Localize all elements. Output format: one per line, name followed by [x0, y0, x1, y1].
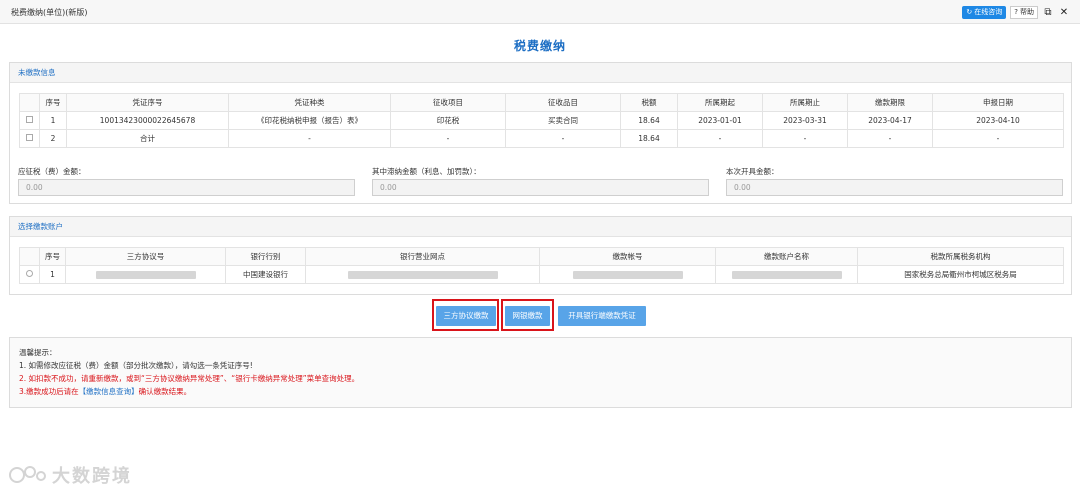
online-consult-button[interactable]: ↻ 在线咨询 [962, 5, 1007, 19]
question-icon: ? [1014, 8, 1018, 16]
page-title: 税费缴纳 [513, 39, 566, 53]
column-header: 三方协议号 [65, 247, 226, 266]
table-row[interactable]: 1 中国建设银行 国家税务总局衢州市柯城区税务局 [19, 265, 1064, 284]
restore-window-icon[interactable]: ⧉ [1042, 6, 1054, 18]
row-checkbox[interactable] [26, 116, 33, 123]
period-end: - [762, 129, 848, 148]
column-header: 税额 [620, 93, 678, 112]
account-name [715, 265, 858, 284]
column-header: 银行营业网点 [305, 247, 540, 266]
notice-line-2: 2. 如扣款不成功，请重新缴款，或到“三方协议缴纳异常处理”、“银行卡缴纳异常处… [19, 374, 360, 383]
select-column-header [19, 247, 40, 266]
redacted-value [347, 271, 498, 279]
invoice-amount-label: 本次开具金额： [726, 167, 779, 176]
column-header: 税款所属税务机构 [857, 247, 1064, 266]
levy-item: - [390, 129, 506, 148]
watermark: 大数跨境 [8, 462, 132, 488]
tax-amount: 18.64 [620, 111, 678, 130]
column-header: 缴款账户名称 [715, 247, 858, 266]
column-header: 征收品目 [505, 93, 621, 112]
notice-title: 温馨提示： [19, 348, 57, 357]
period-start: 2023-01-01 [677, 111, 763, 130]
levy-item: 印花税 [390, 111, 506, 130]
help-label: 帮助 [1020, 8, 1034, 16]
column-header: 缴款帐号 [539, 247, 716, 266]
payment-deadline: 2023-04-17 [847, 111, 933, 130]
account-section-title: 选择缴款账户 [10, 217, 1071, 237]
column-header: 凭证种类 [228, 93, 391, 112]
levy-sub-item: 买卖合同 [505, 111, 621, 130]
tax-office: 国家税务总局衢州市柯城区税务局 [857, 265, 1064, 284]
period-start: - [677, 129, 763, 148]
account-panel: 选择缴款账户 序号 三方协议号 银行行别 银行营业网点 缴款帐号 缴款账户名称 … [9, 216, 1072, 295]
table-row[interactable]: 1 10013423000022645678 《印花税纳税申报（报告）表》 印花… [19, 111, 1064, 130]
due-amount-label: 应征税（费）金额： [18, 167, 86, 176]
payment-query-link[interactable]: 【缴款信息查询】 [79, 387, 139, 396]
unpaid-info-panel: 未缴款信息 序号 凭证序号 凭证种类 征收项目 征收品目 税额 所属期起 所属期… [9, 62, 1072, 204]
column-header: 征收项目 [390, 93, 506, 112]
bank-name: 中国建设银行 [225, 265, 306, 284]
column-header: 缴款期限 [847, 93, 933, 112]
column-header: 所属期起 [677, 93, 763, 112]
declare-date: 2023-04-10 [932, 111, 1064, 130]
column-header: 申报日期 [932, 93, 1064, 112]
row-seq: 1 [39, 265, 66, 284]
close-icon[interactable]: ✕ [1058, 6, 1070, 18]
online-bank-pay-button[interactable]: 网银缴款 [505, 306, 550, 326]
unpaid-table: 序号 凭证序号 凭证种类 征收项目 征收品目 税额 所属期起 所属期止 缴款期限… [19, 93, 1064, 148]
watermark-logo-icon [9, 466, 46, 483]
voucher-type: 《印花税纳税申报（报告）表》 [228, 111, 391, 130]
declare-date: - [932, 129, 1064, 148]
window-title: 税费缴纳(单位)(新版) [11, 8, 88, 17]
notice-line-1: 1. 如需修改应征税（费）金额（部分批次缴款），请勾选一条凭证序号! [19, 361, 253, 370]
titlebar-controls: ↻ 在线咨询 ? 帮助 ⧉ ✕ [962, 5, 1070, 19]
online-consult-label: 在线咨询 [974, 8, 1003, 16]
notice-panel: 温馨提示： 1. 如需修改应征税（费）金额（部分批次缴款），请勾选一条凭证序号!… [9, 337, 1072, 408]
tripartite-pay-button[interactable]: 三方协议缴款 [436, 306, 496, 326]
column-header: 序号 [39, 247, 66, 266]
watermark-text: 大数跨境 [52, 466, 132, 487]
help-button[interactable]: ? 帮助 [1010, 5, 1038, 19]
row-seq: 1 [39, 111, 67, 130]
account-number [539, 265, 716, 284]
notice-line-3-prefix: 3.缴款成功后请在 [19, 387, 79, 396]
agreement-no [65, 265, 226, 284]
voucher-no: 合计 [66, 129, 229, 148]
window-titlebar: 税费缴纳(单位)(新版) ↻ 在线咨询 ? 帮助 ⧉ ✕ [0, 0, 1080, 24]
column-header: 所属期止 [762, 93, 848, 112]
issue-bank-voucher-button[interactable]: 开具银行端缴款凭证 [558, 306, 646, 326]
unpaid-section-title: 未缴款信息 [10, 63, 1071, 83]
redacted-value [731, 271, 842, 279]
column-header: 银行行别 [225, 247, 306, 266]
account-table: 序号 三方协议号 银行行别 银行营业网点 缴款帐号 缴款账户名称 税款所属税务机… [19, 247, 1064, 284]
notice-line-3-suffix: 确认缴款结果。 [138, 387, 192, 396]
notice-line-3: 3.缴款成功后请在【缴款信息查询】确认缴款结果。 [19, 385, 1062, 398]
late-fee-label: 其中滞纳金额（利息、加罚款）： [372, 167, 481, 176]
redacted-value [95, 271, 196, 279]
bank-branch [305, 265, 540, 284]
voucher-type: - [228, 129, 391, 148]
total-row: 2 合计 - - - 18.64 - - - - [19, 129, 1064, 148]
account-table-header: 序号 三方协议号 银行行别 银行营业网点 缴款帐号 缴款账户名称 税款所属税务机… [19, 247, 1064, 266]
column-header: 凭证序号 [66, 93, 229, 112]
account-radio[interactable] [26, 270, 33, 277]
unpaid-table-header: 序号 凭证序号 凭证种类 征收项目 征收品目 税额 所属期起 所属期止 缴款期限… [19, 93, 1064, 112]
due-amount-field[interactable]: 0.00 [18, 179, 355, 196]
redacted-value [572, 271, 683, 279]
late-fee-field[interactable]: 0.00 [372, 179, 709, 196]
row-seq: 2 [39, 129, 67, 148]
column-header: 序号 [39, 93, 67, 112]
levy-sub-item: - [505, 129, 621, 148]
period-end: 2023-03-31 [762, 111, 848, 130]
payment-deadline: - [847, 129, 933, 148]
headset-icon: ↻ [966, 8, 973, 16]
select-column-header [19, 93, 40, 112]
invoice-amount-field[interactable]: 0.00 [726, 179, 1063, 196]
row-checkbox[interactable] [26, 134, 33, 141]
tax-amount: 18.64 [620, 129, 678, 148]
voucher-no: 10013423000022645678 [66, 111, 229, 130]
